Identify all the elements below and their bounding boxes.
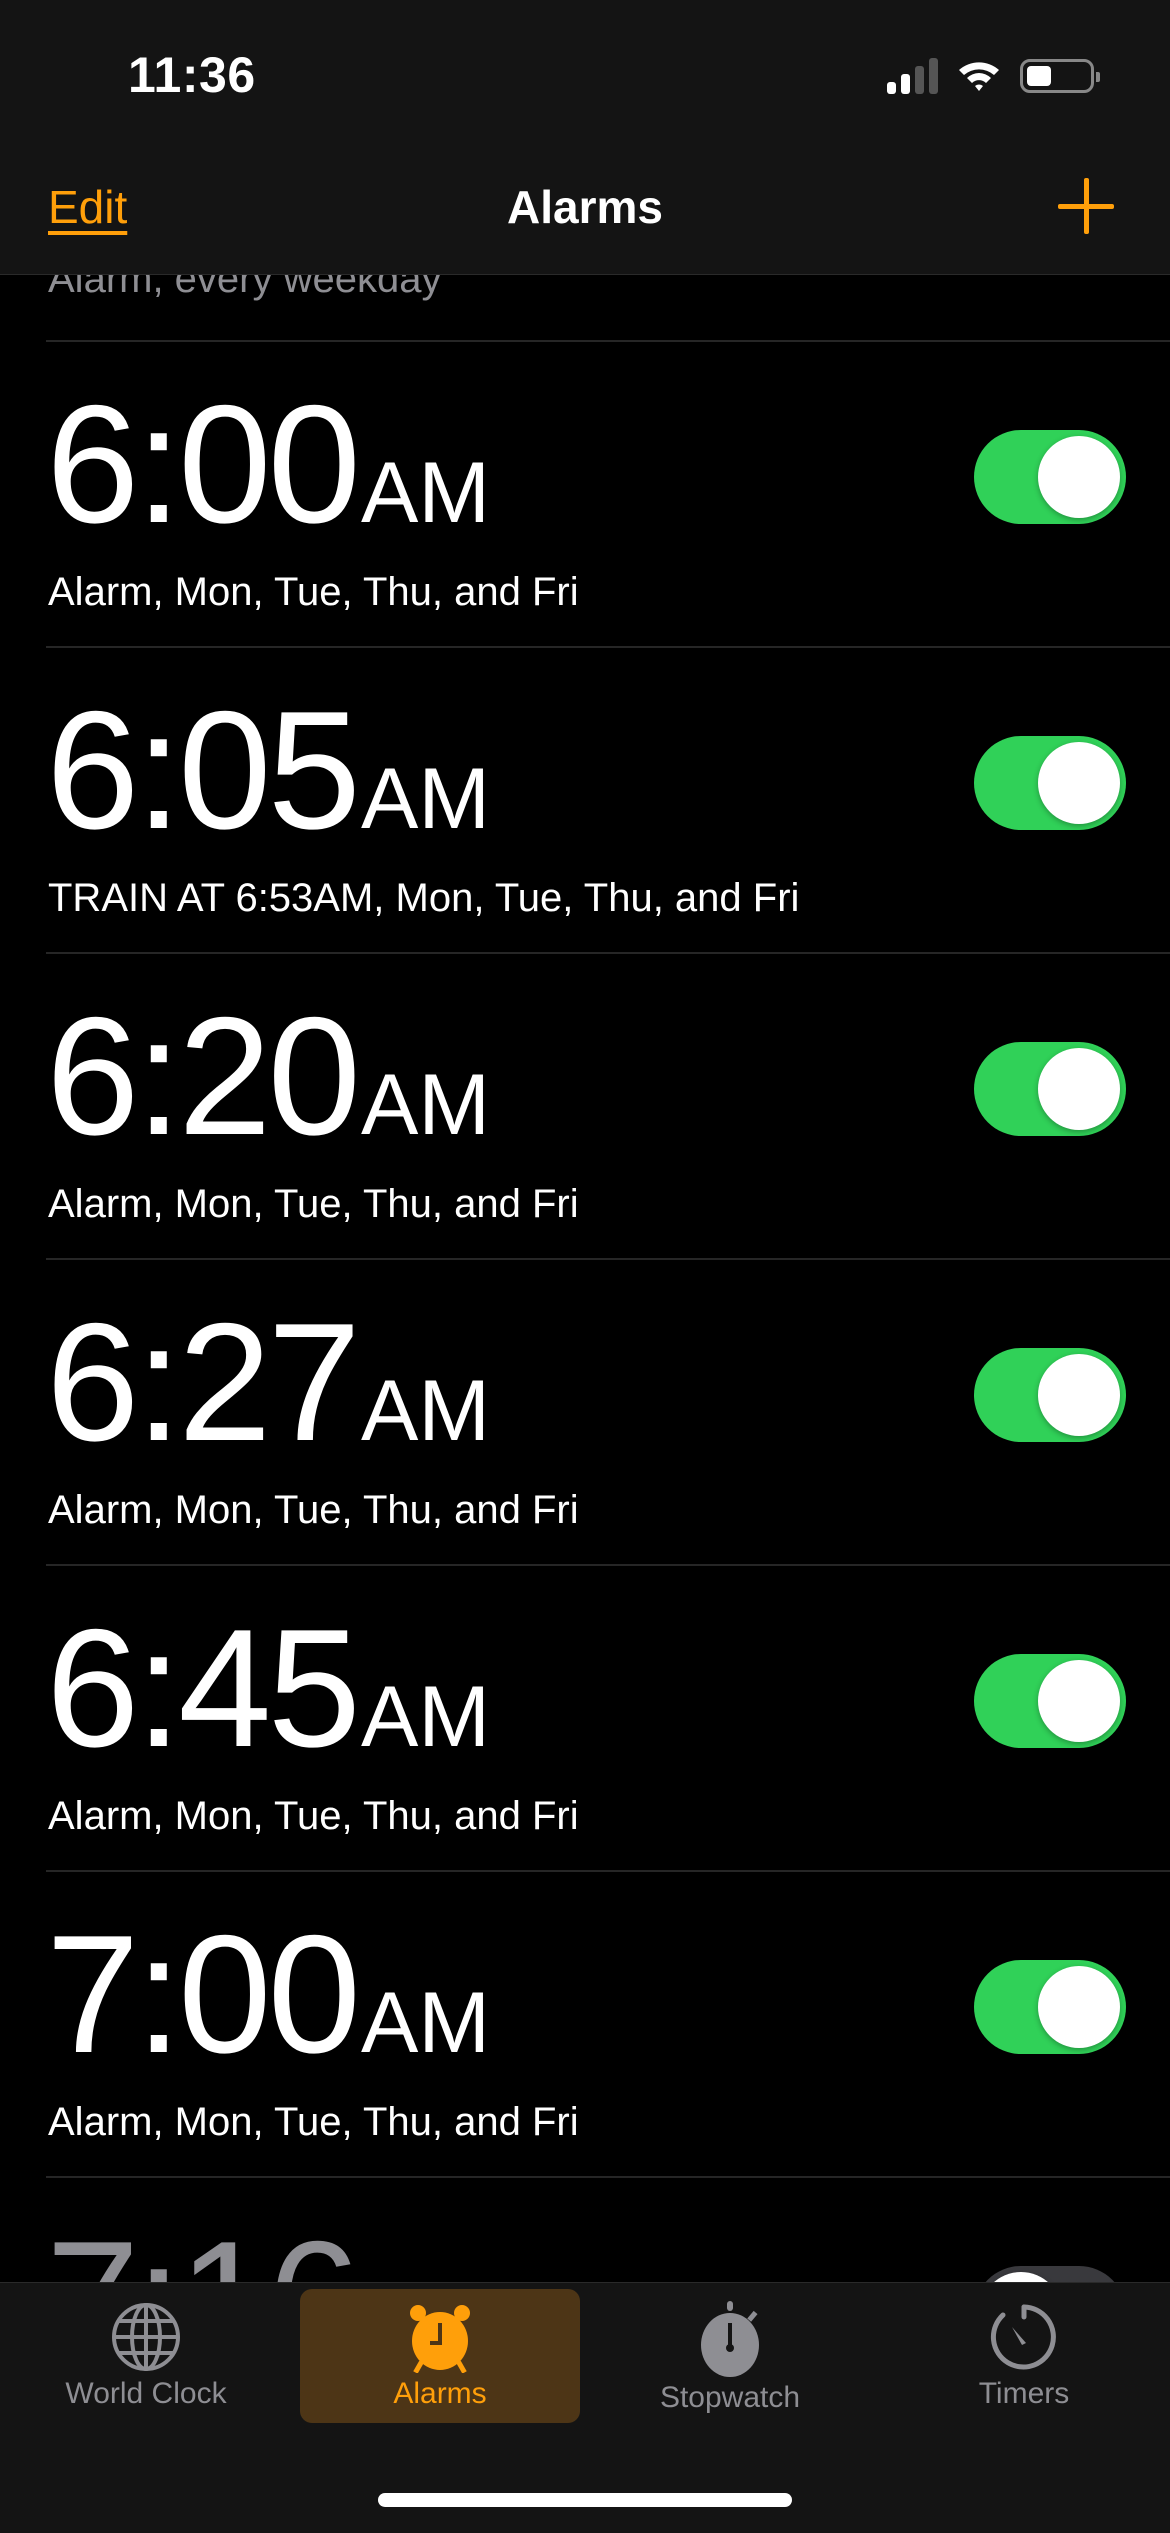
- home-indicator[interactable]: [378, 2493, 792, 2507]
- alarm-label: Alarm, Mon, Tue, Thu, and Fri: [48, 570, 579, 614]
- status-time: 11:36: [128, 47, 256, 103]
- alarm-time-value: 6:45: [46, 1594, 361, 1782]
- tab-label: Timers: [978, 2377, 1070, 2410]
- alarm-time: 6:45AM: [46, 1604, 490, 1772]
- toggle-knob: [1038, 1966, 1120, 2048]
- timer-icon: [990, 2304, 1056, 2370]
- alarm-time-value: 7:00: [46, 1900, 361, 2088]
- alarm-ampm: AM: [360, 1363, 490, 1459]
- tab-label: Alarms: [393, 2377, 487, 2410]
- alarm-label: Alarm, Mon, Tue, Thu, and Fri: [48, 2100, 579, 2144]
- status-icons: [887, 58, 1100, 94]
- alarm-time: 6:05AM: [46, 686, 490, 854]
- alarm-ampm: AM: [360, 1057, 490, 1153]
- alarm-ampm: AM: [360, 751, 490, 847]
- alarm-label: Alarm, Mon, Tue, Thu, and Fri: [48, 1488, 579, 1532]
- alarm-toggle[interactable]: [974, 1042, 1126, 1136]
- toggle-knob: [1038, 1048, 1120, 1130]
- alarm-ampm: AM: [360, 1975, 490, 2071]
- wifi-icon: [959, 62, 999, 91]
- alarm-toggle[interactable]: [974, 1654, 1126, 1748]
- alarm-label: TRAIN AT 6:53AM, Mon, Tue, Thu, and Fri: [48, 876, 800, 920]
- cellular-signal-icon: [887, 58, 938, 94]
- alarm-time-value: 6:20: [46, 982, 361, 1170]
- add-alarm-button[interactable]: [1058, 178, 1114, 234]
- alarm-toggle[interactable]: [974, 1960, 1126, 2054]
- status-bar: 11:36: [0, 0, 1170, 150]
- globe-icon: [112, 2303, 180, 2371]
- alarm-toggle[interactable]: [974, 1348, 1126, 1442]
- alarm-ampm: AM: [360, 1669, 490, 1765]
- alarm-time-value: 6:27: [46, 1288, 361, 1476]
- page-title: Alarms: [507, 181, 663, 233]
- alarm-time: 6:00AM: [46, 380, 490, 548]
- toggle-knob: [1038, 436, 1120, 518]
- toggle-knob: [1038, 1354, 1120, 1436]
- toggle-knob: [1038, 742, 1120, 824]
- alarm-label: Alarm, Mon, Tue, Thu, and Fri: [48, 1182, 579, 1226]
- alarm-ampm: AM: [360, 445, 490, 541]
- tab-stopwatch[interactable]: Stopwatch: [590, 2289, 870, 2423]
- stopwatch-icon: [701, 2301, 759, 2377]
- alarm-time-value: 6:00: [46, 370, 361, 558]
- alarm-label: Alarm, Mon, Tue, Thu, and Fri: [48, 1794, 579, 1838]
- navigation-bar: Edit Alarms: [0, 150, 1170, 275]
- tab-timers[interactable]: Timers: [884, 2289, 1164, 2423]
- alarm-row[interactable]: 6:05AM TRAIN AT 6:53AM, Mon, Tue, Thu, an…: [46, 648, 1170, 954]
- alarm-row[interactable]: 7:00AM Alarm, Mon, Tue, Thu, and Fri: [46, 1872, 1170, 2178]
- alarm-list: Alarm, every weekday 6:00AM Alarm, Mon, T…: [0, 240, 1170, 2484]
- alarm-time: 7:00AM: [46, 1910, 490, 2078]
- alarm-row[interactable]: 6:27AM Alarm, Mon, Tue, Thu, and Fri: [46, 1260, 1170, 1566]
- alarm-time-value: 6:05: [46, 676, 361, 864]
- tab-label: World Clock: [65, 2377, 227, 2410]
- toggle-knob: [1038, 1660, 1120, 1742]
- alarm-toggle[interactable]: [974, 736, 1126, 830]
- alarm-toggle[interactable]: [974, 430, 1126, 524]
- alarm-clock-icon: [410, 2305, 470, 2373]
- alarm-time: 6:20AM: [46, 992, 490, 1160]
- tab-world-clock[interactable]: World Clock: [6, 2289, 286, 2423]
- alarm-row[interactable]: 6:45AM Alarm, Mon, Tue, Thu, and Fri: [46, 1566, 1170, 1872]
- tab-alarms[interactable]: Alarms: [300, 2289, 580, 2423]
- battery-icon: [1020, 59, 1100, 93]
- alarm-row[interactable]: 6:20AM Alarm, Mon, Tue, Thu, and Fri: [46, 954, 1170, 1260]
- alarm-row[interactable]: 6:00AM Alarm, Mon, Tue, Thu, and Fri: [46, 342, 1170, 648]
- tab-label: Stopwatch: [659, 2381, 801, 2414]
- alarm-time: 6:27AM: [46, 1298, 490, 1466]
